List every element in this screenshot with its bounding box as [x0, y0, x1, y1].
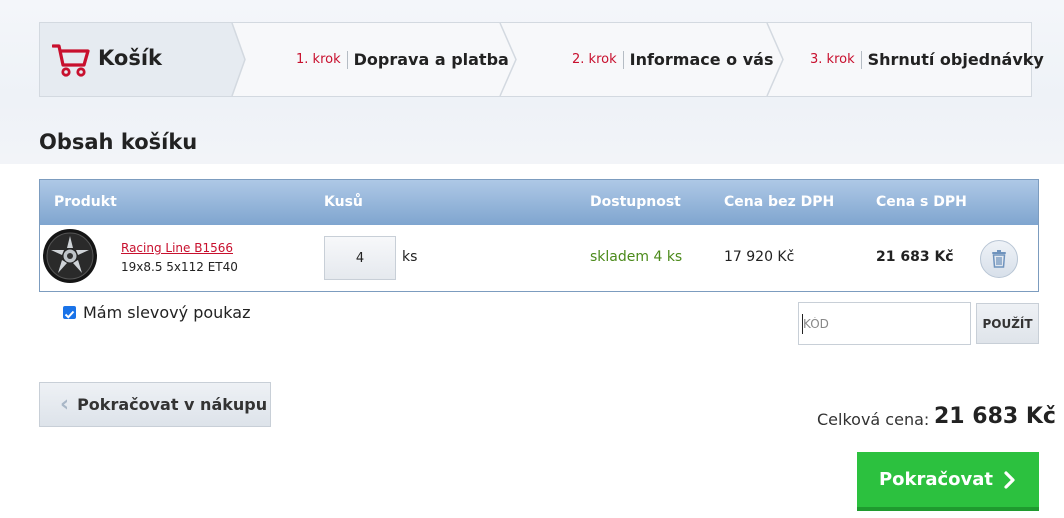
- continue-button-label: Pokračovat: [878, 469, 994, 490]
- total-price-value: 21 683 Kč: [934, 404, 1056, 429]
- checkmark-icon: [64, 310, 75, 319]
- availability-status: skladem 4 ks: [590, 249, 683, 265]
- step-divider: [860, 50, 862, 69]
- trash-icon: [992, 250, 1006, 268]
- step-divider: [622, 50, 624, 69]
- text-cursor: [802, 314, 803, 334]
- step-label: Informace o vás: [629, 50, 774, 69]
- price-without-vat: 17 920 Kč: [724, 249, 795, 265]
- step-number: 3. krok: [810, 52, 855, 67]
- column-header-product: Produkt: [54, 194, 117, 210]
- column-header-price-gross: Cena s DPH: [876, 194, 967, 210]
- voucher-code-input[interactable]: [798, 302, 971, 345]
- continue-shopping-label: Pokračovat v nákupu: [77, 395, 268, 414]
- continue-shopping-button[interactable]: ‹ Pokračovat v nákupu: [39, 382, 271, 427]
- continue-button[interactable]: Pokračovat: [857, 452, 1039, 511]
- chevron-right-icon: [1004, 470, 1015, 489]
- voucher-checkbox-label[interactable]: Mám slevový poukaz: [83, 303, 250, 322]
- step-label: Doprava a platba: [353, 50, 509, 69]
- step-order-summary[interactable]: 3. krok Shrnutí objednávky: [810, 23, 1044, 96]
- step-label: Shrnutí objednávky: [867, 50, 1044, 69]
- voucher-checkbox[interactable]: [63, 306, 76, 319]
- step-cart[interactable]: Košík: [40, 23, 240, 96]
- cart-table: Produkt Kusů Dostupnost Cena bez DPH Cen…: [39, 179, 1039, 292]
- cart-icon: [52, 44, 90, 77]
- step-cart-title: Košík: [98, 46, 162, 70]
- table-row: Racing Line B1566 19x8.5 5x112 ET40 ks s…: [40, 225, 1038, 291]
- table-header: Produkt Kusů Dostupnost Cena bez DPH Cen…: [40, 180, 1038, 225]
- product-image[interactable]: [42, 228, 98, 284]
- step-number: 2. krok: [572, 52, 617, 67]
- apply-voucher-button[interactable]: POUŽÍT: [976, 303, 1039, 344]
- step-number: 1. krok: [296, 52, 341, 67]
- step-shipping-payment[interactable]: 1. krok Doprava a platba: [296, 23, 509, 96]
- page-title: Obsah košíku: [39, 130, 198, 154]
- step-customer-info[interactable]: 2. krok Informace o vás: [572, 23, 773, 96]
- remove-item-button[interactable]: [980, 240, 1018, 278]
- column-header-price-net: Cena bez DPH: [724, 194, 835, 210]
- quantity-unit: ks: [402, 249, 418, 265]
- column-header-availability: Dostupnost: [590, 194, 681, 210]
- chevron-left-icon: ‹: [60, 391, 70, 417]
- product-name-link[interactable]: Racing Line B1566: [121, 241, 233, 255]
- total-price-label: Celková cena:: [817, 410, 930, 429]
- quantity-input[interactable]: [324, 236, 396, 280]
- column-header-qty: Kusů: [324, 194, 363, 210]
- product-spec: 19x8.5 5x112 ET40: [121, 260, 238, 274]
- checkout-steps: Košík 1. krok Doprava a platba 2. krok I…: [39, 22, 1044, 97]
- step-divider: [346, 50, 348, 69]
- price-with-vat: 21 683 Kč: [876, 249, 954, 265]
